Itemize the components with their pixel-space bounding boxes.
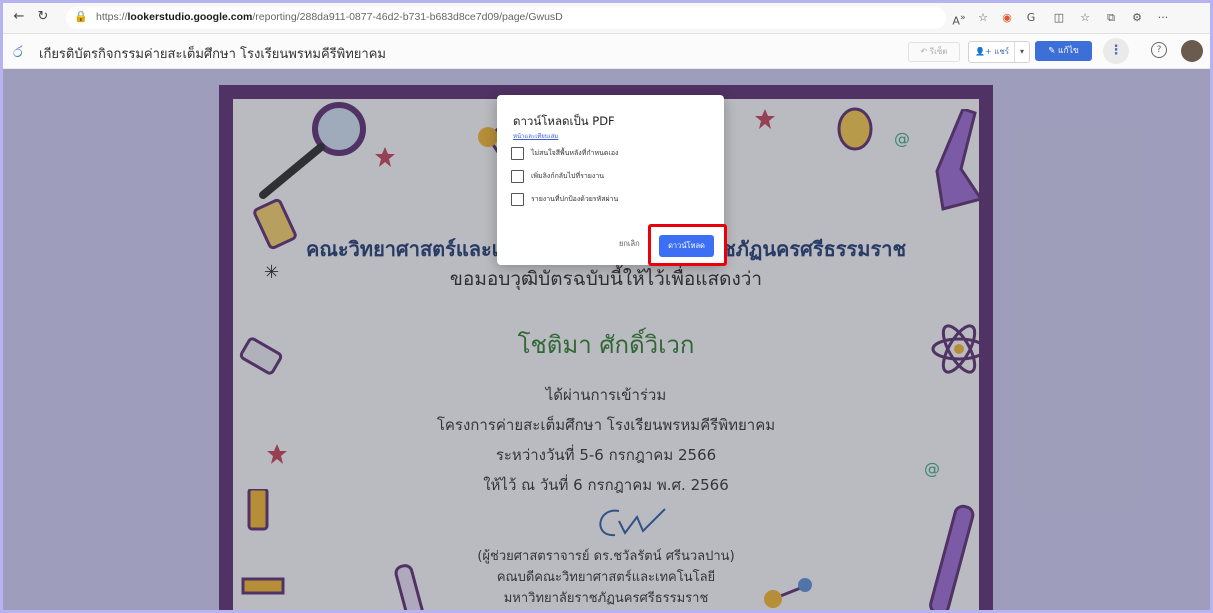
help-icon[interactable]: ? [1151,42,1167,58]
cancel-button[interactable]: ยกเลิก [619,238,640,250]
download-button[interactable]: ดาวน์โหลด [659,235,714,257]
option-password-protect[interactable]: รายงานที่ปกป้องด้วยรหัสผ่าน [511,193,711,207]
avatar[interactable] [1181,40,1203,62]
share-label: 👤+ แชร์ [975,47,1010,56]
option-label: ไม่สนใจสีพื้นหลังที่กำหนดเอง [531,149,619,157]
app-header: ර เกียรติบัตรกิจกรรมค่ายสะเต็มศึกษา โรงเ… [3,34,1210,69]
favorite-icon[interactable]: ☆ [975,10,991,26]
collections-icon[interactable]: ⧉ [1103,10,1119,26]
checkbox[interactable] [511,193,524,206]
option-ignore-background[interactable]: ไม่สนใจสีพื้นหลังที่กำหนดเอง [511,147,711,161]
copilot-icon[interactable]: ⚙ [1129,10,1145,26]
more-vert-icon[interactable]: ⋮ [1103,38,1129,64]
url-text: https://lookerstudio.google.com/reportin… [96,11,563,23]
refresh-icon[interactable]: ↻ [35,9,51,25]
back-icon[interactable]: ← [11,9,27,25]
option-label: รายงานที่ปกป้องด้วยรหัสผ่าน [531,195,619,203]
reset-button[interactable]: ↶ รีเซ็ต [908,42,960,62]
read-aloud-icon[interactable]: A» [951,10,967,28]
option-label: เพิ่มลิงก์กลับไปที่รายงาน [531,172,605,180]
checkbox[interactable] [511,147,524,160]
dialog-title: ดาวน์โหลดเป็น PDF [513,114,615,128]
extension-icon[interactable]: ◉ [999,10,1015,26]
more-icon[interactable]: ··· [1155,10,1171,26]
checkbox[interactable] [511,170,524,183]
split-screen-icon[interactable]: ◫ [1051,10,1067,26]
browser-toolbar: ← ↻ 🔒 https://lookerstudio.google.com/re… [3,3,1210,34]
option-add-link[interactable]: เพิ่มลิงก์กลับไปที่รายงาน [511,170,711,184]
extension-icon[interactable]: G [1023,10,1039,26]
report-title: เกียรติบัตรกิจกรรมค่ายสะเต็มศึกษา โรงเรี… [39,47,386,62]
share-button[interactable]: 👤+ แชร์ ▾ [968,41,1030,63]
edit-button[interactable]: ✎ แก้ไข [1035,41,1092,61]
looker-studio-logo[interactable]: ර [13,42,23,62]
page-setup-link[interactable]: หน้าและเทียบเล่ม [513,131,558,141]
lock-icon: 🔒 [74,10,88,23]
chevron-down-icon[interactable]: ▾ [1014,42,1029,62]
address-bar[interactable]: 🔒 https://lookerstudio.google.com/report… [66,7,946,29]
favorites-icon[interactable]: ☆ [1077,10,1093,26]
